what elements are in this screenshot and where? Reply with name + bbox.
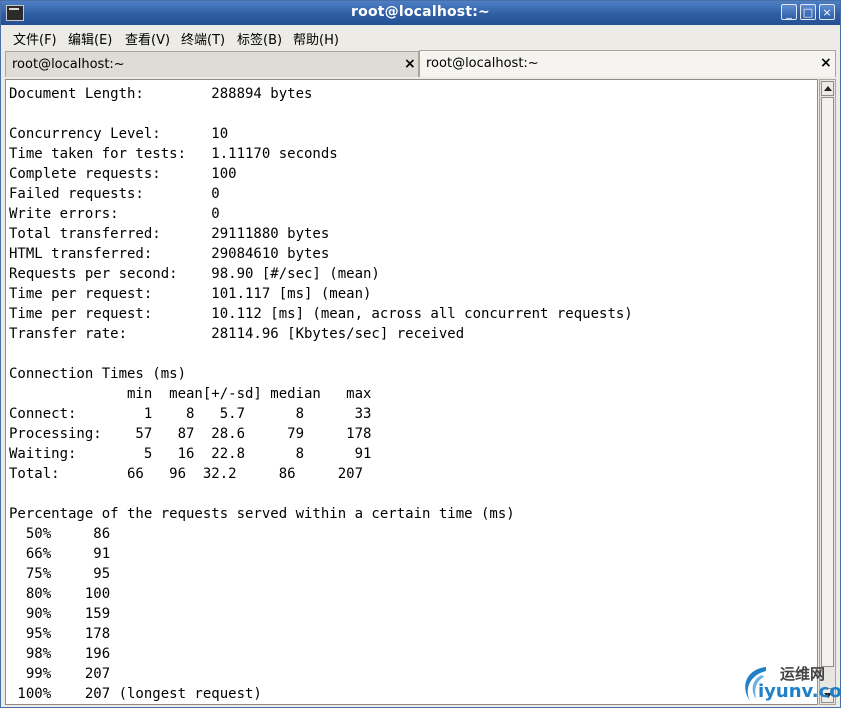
terminal-line: Total transferred: 29111880 bytes bbox=[9, 226, 330, 242]
menu-terminal[interactable]: 终端(T) bbox=[181, 29, 225, 48]
terminal-line: 75% 95 bbox=[9, 566, 111, 582]
terminal-line: 66% 91 bbox=[9, 546, 111, 562]
tab-label: root@localhost:~ bbox=[12, 57, 125, 72]
menu-help[interactable]: 帮助(H) bbox=[293, 29, 339, 48]
terminal-line: 99% 207 bbox=[9, 666, 111, 682]
terminal-line: Time per request: 10.112 [ms] (mean, acr… bbox=[9, 306, 633, 322]
terminal-output[interactable]: Document Length: 288894 bytes Concurrency… bbox=[5, 79, 818, 705]
terminal-line: Processing: 57 87 28.6 79 178 bbox=[9, 426, 372, 442]
title-bar[interactable]: root@localhost:~ _ □ × bbox=[1, 1, 840, 25]
terminal-line: min mean[+/-sd] median max bbox=[9, 386, 372, 402]
tab-close-icon[interactable]: × bbox=[404, 56, 416, 72]
terminal-line: 50% 86 bbox=[9, 526, 111, 542]
terminal-line: Document Length: 288894 bytes bbox=[9, 86, 313, 102]
terminal-line: Total: 66 96 32.2 86 207 bbox=[9, 466, 364, 482]
watermark-logo: 运维网 iyunv.com bbox=[736, 661, 841, 705]
menu-bar: 文件(F) 编辑(E) 查看(V) 终端(T) 标签(B) 帮助(H) bbox=[1, 25, 840, 49]
vertical-scrollbar[interactable] bbox=[819, 79, 836, 705]
terminal-line: Failed requests: 0 bbox=[9, 186, 220, 202]
terminal-line: Requests per second: 98.90 [#/sec] (mean… bbox=[9, 266, 380, 282]
close-button[interactable]: × bbox=[819, 4, 835, 20]
scrollbar-thumb[interactable] bbox=[821, 97, 834, 667]
terminal-line: Waiting: 5 16 22.8 8 91 bbox=[9, 446, 372, 462]
terminal-line: Time taken for tests: 1.11170 seconds bbox=[9, 146, 338, 162]
menu-view[interactable]: 查看(V) bbox=[125, 29, 170, 48]
terminal-text: Document Length: 288894 bytes Concurrency… bbox=[9, 84, 633, 704]
tab-label: root@localhost:~ bbox=[426, 56, 539, 71]
minimize-button[interactable]: _ bbox=[781, 4, 797, 20]
tab-bar: root@localhost:~ × root@localhost:~ × bbox=[1, 49, 840, 77]
terminal-line: Connection Times (ms) bbox=[9, 366, 187, 382]
terminal-line: 80% 100 bbox=[9, 586, 111, 602]
terminal-line: Concurrency Level: 10 bbox=[9, 126, 229, 142]
terminal-line: 98% 196 bbox=[9, 646, 111, 662]
tab-close-icon[interactable]: × bbox=[820, 55, 832, 71]
menu-tabs[interactable]: 标签(B) bbox=[237, 29, 282, 48]
tab-terminal-2[interactable]: root@localhost:~ × bbox=[419, 50, 836, 77]
scroll-up-arrow-icon[interactable] bbox=[821, 81, 834, 96]
terminal-line: HTML transferred: 29084610 bytes bbox=[9, 246, 330, 262]
menu-edit[interactable]: 编辑(E) bbox=[68, 29, 112, 48]
terminal-window: root@localhost:~ _ □ × 文件(F) 编辑(E) 查看(V)… bbox=[0, 0, 841, 708]
tab-terminal-1[interactable]: root@localhost:~ × bbox=[5, 51, 419, 77]
watermark-text-domain: iyunv.com bbox=[758, 681, 841, 702]
terminal-line: 90% 159 bbox=[9, 606, 111, 622]
terminal-line: 95% 178 bbox=[9, 626, 111, 642]
terminal-line: Write errors: 0 bbox=[9, 206, 220, 222]
window-title: root@localhost:~ bbox=[351, 4, 490, 20]
menu-file[interactable]: 文件(F) bbox=[13, 29, 57, 48]
terminal-line: Time per request: 101.117 [ms] (mean) bbox=[9, 286, 372, 302]
terminal-line: Percentage of the requests served within… bbox=[9, 506, 515, 522]
terminal-line: 100% 207 (longest request) bbox=[9, 686, 262, 702]
maximize-button[interactable]: □ bbox=[800, 4, 816, 20]
terminal-line: Connect: 1 8 5.7 8 33 bbox=[9, 406, 372, 422]
terminal-line: Complete requests: 100 bbox=[9, 166, 237, 182]
terminal-line: Transfer rate: 28114.96 [Kbytes/sec] rec… bbox=[9, 326, 465, 342]
